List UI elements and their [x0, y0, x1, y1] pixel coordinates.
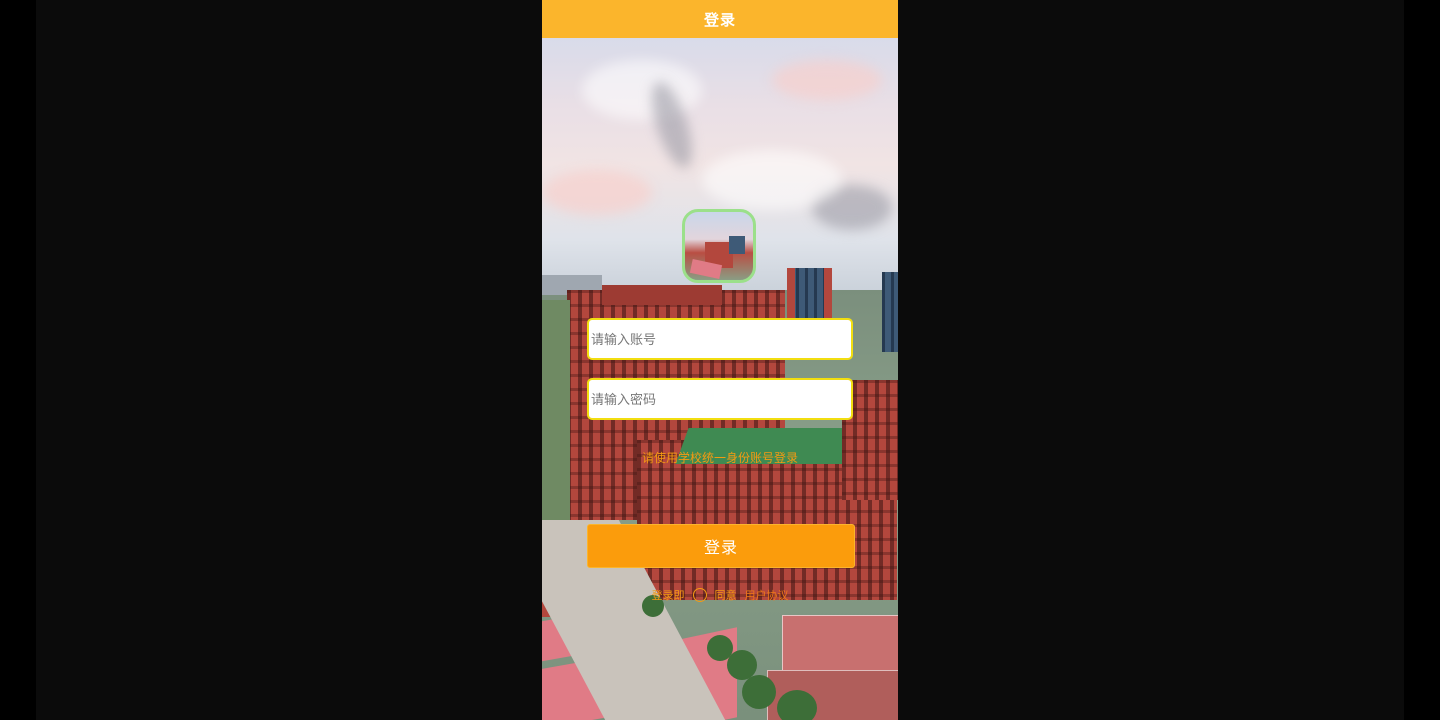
login-button[interactable]: 登录: [587, 524, 855, 568]
agreement-prefix: 登录即: [651, 590, 685, 602]
agreement-middle: 同意: [714, 590, 737, 602]
cloud: [702, 150, 842, 210]
cloud: [772, 60, 882, 100]
agreement-row: 登录即 同意 用户协议: [542, 586, 898, 604]
tree: [777, 690, 817, 720]
cloud: [542, 170, 652, 215]
password-input[interactable]: [587, 378, 853, 420]
account-input[interactable]: [587, 318, 853, 360]
main-building-top: [602, 285, 722, 305]
cloud: [582, 60, 702, 120]
top-header: 登录: [542, 0, 898, 38]
tree: [742, 675, 776, 709]
left-frame: [0, 0, 36, 720]
login-hint-text: 请使用学校统一身份账号登录: [641, 451, 798, 465]
background-campus-image: [542, 0, 898, 720]
school-avatar: [682, 209, 756, 283]
mobile-viewport: 登录 请使用学校统一身份账号登录 登录 登录即 同意 用户协议: [542, 0, 898, 720]
trees-left: [542, 300, 570, 530]
user-agreement-link[interactable]: 用户协议: [745, 587, 789, 603]
page-title: 登录: [703, 11, 736, 29]
agree-checkbox[interactable]: [692, 588, 707, 602]
tower-building: [882, 272, 898, 352]
avatar-building: [729, 236, 745, 254]
right-frame: [1404, 0, 1440, 720]
